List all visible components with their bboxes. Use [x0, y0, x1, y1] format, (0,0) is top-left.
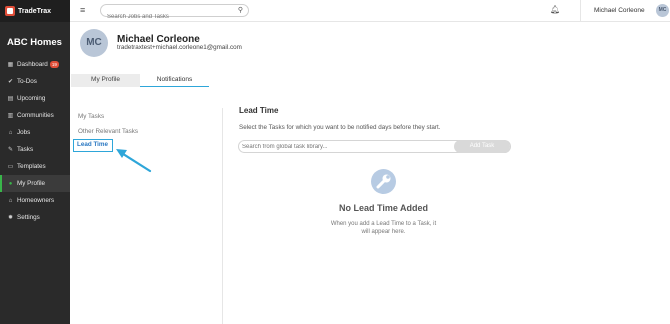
- wrench-icon: [371, 169, 396, 194]
- calendar-icon: ▤: [7, 96, 14, 102]
- check-circle-icon: ✔: [7, 79, 14, 85]
- user-icon: ●: [8, 180, 13, 187]
- sidebar-item-label: Communities: [17, 112, 54, 119]
- dashboard-badge: 19: [49, 61, 59, 68]
- notif-menu-lead-time[interactable]: Lead Time: [73, 139, 113, 152]
- sidebar-item-settings[interactable]: ✹ Settings: [0, 209, 70, 226]
- gear-icon: ✹: [7, 215, 14, 221]
- brand-name: TradeTrax: [18, 7, 52, 15]
- sidebar-item-tasks[interactable]: ✎ Tasks: [0, 141, 70, 158]
- sidebar-item-jobs[interactable]: ⌂ Jobs: [0, 124, 70, 141]
- bell-icon[interactable]: 🔔︎: [550, 5, 560, 14]
- annotation-arrow-icon: [116, 149, 152, 173]
- lead-time-title: Lead Time: [239, 106, 279, 115]
- grid-icon: ▦: [7, 62, 14, 68]
- document-icon: ▭: [7, 164, 14, 170]
- house-user-icon: ⌂: [8, 197, 13, 204]
- map-icon: ▥: [7, 113, 14, 119]
- profile-tabs: My Profile Notifications: [71, 74, 210, 87]
- task-search-input[interactable]: [242, 142, 447, 152]
- sidebar-item-label: Dashboard: [17, 61, 48, 68]
- wrench-icon: ✎: [7, 147, 14, 153]
- notif-menu-my-tasks[interactable]: My Tasks: [78, 113, 104, 120]
- sidebar-item-label: Upcoming: [17, 95, 46, 102]
- topbar-divider: [580, 0, 581, 22]
- sidebar-item-label: Tasks: [17, 146, 34, 153]
- topbar: ≡ ⚲ 🔔︎ Michael Corleone MC: [70, 0, 670, 23]
- sidebar: TradeTrax ABC Homes ▦ Dashboard 19 ✔ To-…: [0, 0, 70, 324]
- task-search-bar: Add Task: [238, 140, 511, 153]
- search-icon[interactable]: ⚲: [238, 6, 243, 14]
- global-search-input[interactable]: [101, 11, 226, 23]
- profile-avatar: MC: [80, 29, 108, 57]
- sidebar-item-label: Homeowners: [17, 197, 55, 204]
- menu-toggle-icon[interactable]: ≡: [80, 5, 85, 15]
- home-icon: ⌂: [8, 129, 13, 136]
- topbar-avatar[interactable]: MC: [656, 4, 669, 17]
- global-search: ⚲: [100, 4, 249, 23]
- sidebar-item-my-profile[interactable]: ● My Profile: [0, 175, 70, 192]
- profile-email: tradetraxtest+michael.corleone1@gmail.co…: [117, 44, 242, 51]
- empty-state-title: No Lead Time Added: [338, 203, 428, 213]
- sidebar-item-homeowners[interactable]: ⌂ Homeowners: [0, 192, 70, 209]
- add-task-button[interactable]: Add Task: [454, 140, 510, 153]
- tab-notifications[interactable]: Notifications: [140, 74, 209, 87]
- sidebar-item-label: Templates: [17, 163, 46, 170]
- lead-time-description: Select the Tasks for which you want to b…: [239, 124, 441, 131]
- notif-menu-other-relevant-tasks[interactable]: Other Relevant Tasks: [78, 128, 138, 135]
- sidebar-item-label: Jobs: [17, 129, 31, 136]
- sidebar-item-todos[interactable]: ✔ To-Dos: [0, 73, 70, 90]
- tradetrax-logo-icon: [5, 6, 15, 16]
- tab-my-profile[interactable]: My Profile: [71, 74, 140, 87]
- brand[interactable]: TradeTrax: [0, 0, 70, 22]
- empty-state-description: When you add a Lead Time to a Task, it w…: [330, 221, 437, 235]
- sidebar-item-label: Settings: [17, 214, 40, 221]
- topbar-user-name[interactable]: Michael Corleone: [594, 7, 645, 14]
- sidebar-item-dashboard[interactable]: ▦ Dashboard 19: [0, 56, 70, 73]
- sidebar-item-label: My Profile: [17, 180, 45, 187]
- content-divider: [222, 108, 223, 324]
- sidebar-item-upcoming[interactable]: ▤ Upcoming: [0, 90, 70, 107]
- sidebar-item-communities[interactable]: ▥ Communities: [0, 107, 70, 124]
- company-name: ABC Homes: [7, 37, 62, 48]
- sidebar-item-templates[interactable]: ▭ Templates: [0, 158, 70, 175]
- sidebar-item-label: To-Dos: [17, 78, 37, 85]
